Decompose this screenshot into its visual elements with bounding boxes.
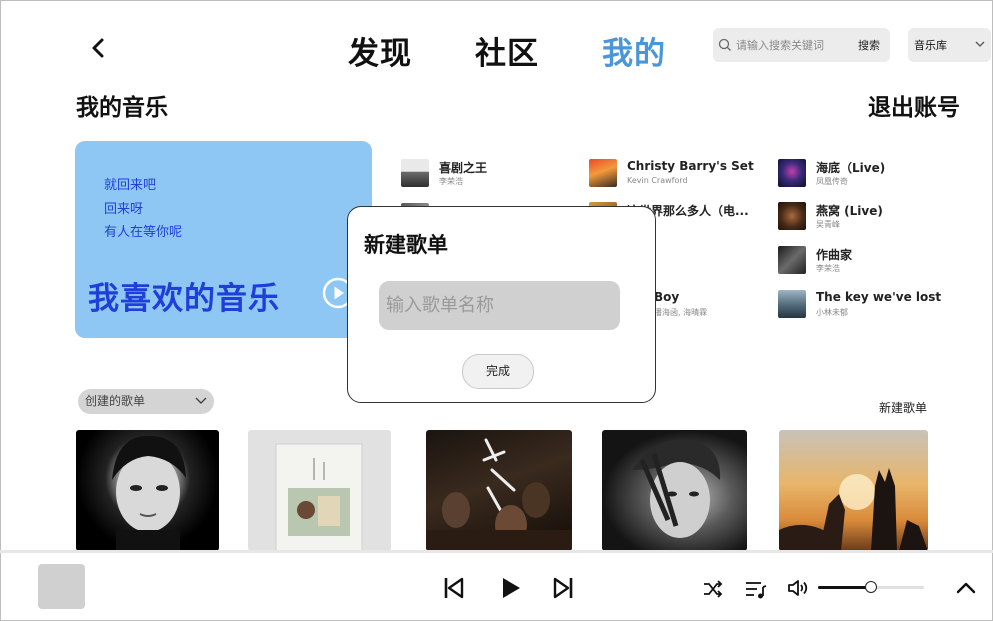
song-cover: [778, 202, 806, 230]
chevron-down-icon: [195, 397, 207, 404]
song-name: 燕窝 (Live): [816, 204, 883, 218]
concert-hands-image: [779, 468, 928, 551]
playlist-cover[interactable]: [248, 430, 391, 551]
song-name: 海底（Live): [816, 161, 886, 175]
volume-fill: [818, 586, 871, 589]
library-select[interactable]: 音乐库: [908, 28, 991, 62]
my-music-title: 我的音乐: [76, 95, 168, 121]
favorites-lyrics: 就回来吧 回来呀 有人在等你呢: [104, 174, 182, 245]
band-photo-image: [426, 438, 572, 551]
song-artist: 凤凰传奇: [816, 177, 848, 186]
dialog-title: 新建歌单: [364, 233, 448, 257]
playlist-cover[interactable]: [779, 430, 928, 551]
playlist-cover[interactable]: [76, 430, 219, 551]
tab-discover[interactable]: 发现: [348, 28, 412, 73]
playlist-cover[interactable]: [602, 430, 747, 551]
song-artist: 潘海函, 海晴霖: [654, 308, 708, 317]
search-input[interactable]: [736, 38, 856, 52]
song-cover: [778, 246, 806, 274]
portrait-image: [632, 439, 721, 538]
song-name: 作曲家: [816, 248, 853, 262]
playlist-name-input[interactable]: [379, 281, 620, 330]
lyric-line: 回来呀: [104, 201, 144, 217]
search-button[interactable]: 搜索: [858, 37, 880, 53]
new-playlist-button[interactable]: 新建歌单: [879, 399, 927, 416]
volume-knob[interactable]: [865, 581, 877, 593]
playlist-queue-icon[interactable]: [744, 579, 768, 599]
previous-track-icon[interactable]: [443, 576, 465, 600]
song-name: Boy: [654, 290, 680, 304]
portrait-image: [112, 435, 186, 551]
lyric-line: 就回来吧: [104, 178, 157, 193]
tab-community[interactable]: 社区: [475, 28, 539, 73]
song-artist: 李荣浩: [439, 177, 463, 186]
song-item[interactable]: 燕窝 (Live) 吴青峰: [778, 202, 958, 232]
now-playing-cover[interactable]: [38, 564, 85, 609]
song-artist: 李荣浩: [816, 264, 840, 273]
playlist-cover[interactable]: [426, 430, 572, 551]
play-icon[interactable]: [500, 576, 522, 600]
chevron-up-icon[interactable]: [955, 579, 977, 595]
search-box: 搜索: [713, 28, 890, 62]
song-cover: [589, 159, 617, 187]
song-name: The key we've lost: [816, 290, 942, 304]
favorites-title: 我喜欢的音乐: [88, 281, 280, 317]
song-artist: 吴青峰: [816, 220, 840, 229]
shuffle-icon[interactable]: [702, 579, 724, 599]
new-playlist-dialog: 新建歌单 完成: [347, 206, 656, 403]
song-item[interactable]: 喜剧之王 李荣浩: [401, 159, 581, 189]
song-cover: [401, 159, 429, 187]
song-item[interactable]: 作曲家 李荣浩: [778, 246, 958, 276]
next-track-icon[interactable]: [552, 576, 574, 600]
song-artist: 小林未郁: [816, 308, 848, 317]
song-name: Christy Barry's Set: [627, 159, 754, 173]
song-item[interactable]: The key we've lost 小林未郁: [778, 290, 958, 320]
chevron-down-icon: [975, 41, 985, 47]
library-select-label: 音乐库: [914, 39, 947, 52]
tab-mine[interactable]: 我的: [602, 28, 666, 73]
song-item[interactable]: 海底（Live) 凤凰传奇: [778, 159, 958, 189]
back-arrow-icon[interactable]: [86, 34, 112, 62]
song-cover: [778, 290, 806, 318]
player-divider: [0, 550, 993, 553]
logout-button[interactable]: 退出账号: [868, 88, 960, 122]
done-button[interactable]: 完成: [462, 354, 534, 389]
volume-slider[interactable]: [818, 581, 924, 593]
song-item[interactable]: Christy Barry's Set Kevin Crawford: [589, 159, 769, 189]
lyric-line: 有人在等你呢: [104, 225, 183, 240]
song-artist: Kevin Crawford: [627, 176, 688, 185]
song-name: 喜剧之王: [439, 161, 488, 175]
favorites-card[interactable]: 就回来吧 回来呀 有人在等你呢 我喜欢的音乐: [75, 141, 372, 338]
search-icon: [718, 38, 731, 51]
created-playlists-label: 创建的歌单: [85, 394, 146, 408]
created-playlists-select[interactable]: 创建的歌单: [78, 389, 214, 414]
volume-icon[interactable]: [787, 578, 811, 598]
book-cover-image: [275, 443, 363, 551]
song-cover: [778, 159, 806, 187]
